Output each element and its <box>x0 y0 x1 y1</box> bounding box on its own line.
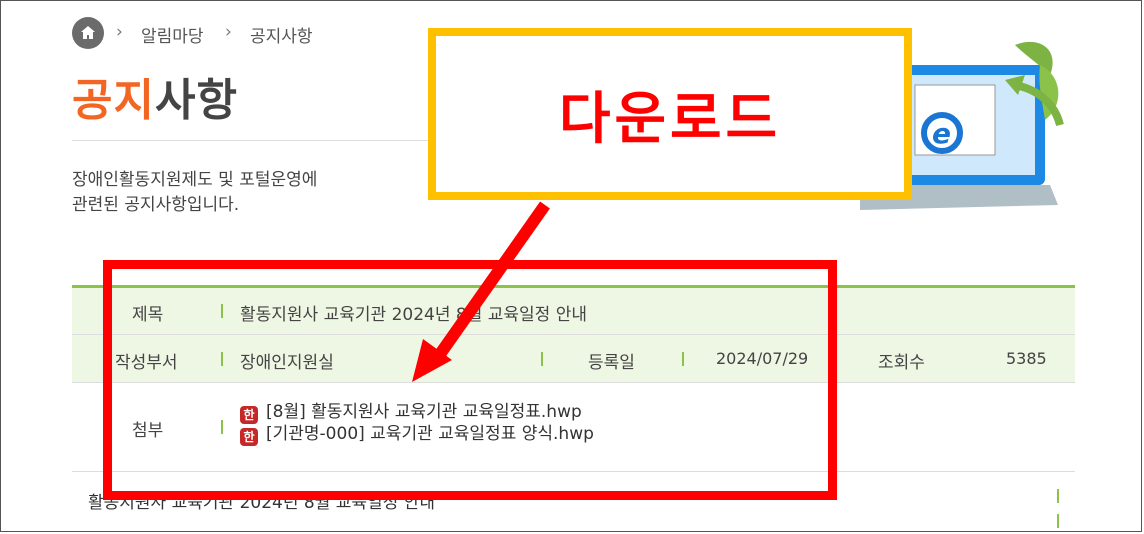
download-callout: 다운로드 <box>428 28 912 200</box>
callout-text: 다운로드 <box>558 86 782 152</box>
